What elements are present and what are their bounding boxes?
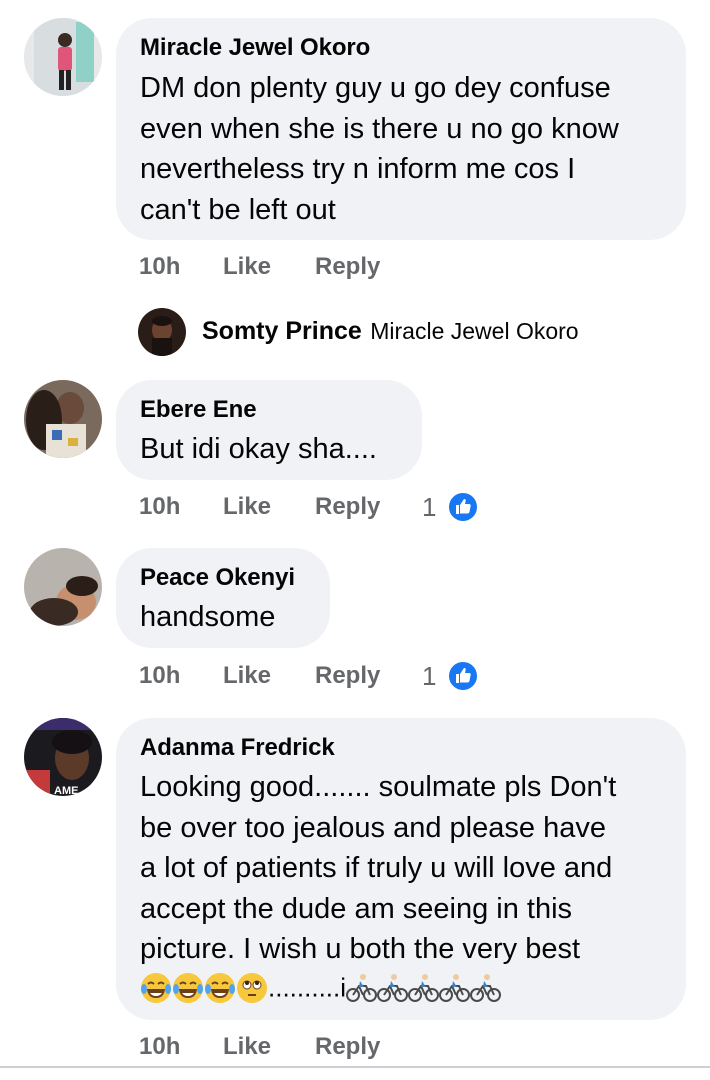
profile-photo <box>138 308 186 356</box>
emoji-dots: .......... <box>268 972 341 1003</box>
comment-text-line: Looking good....... soulmate pls Don't <box>140 771 617 803</box>
person-biking-icon <box>377 973 409 1003</box>
comment-author[interactable]: Peace Okenyi <box>140 564 295 592</box>
reply-button[interactable]: Reply <box>315 662 380 690</box>
reply-button[interactable]: Reply <box>315 493 380 521</box>
avatar[interactable]: AME <box>24 718 102 796</box>
comment-text-line: DM don plenty guy u go dey confuse <box>140 72 611 104</box>
avatar[interactable] <box>24 548 102 626</box>
comment-time[interactable]: 10h <box>139 662 180 690</box>
reply-button[interactable]: Reply <box>315 1033 380 1061</box>
reply-author[interactable]: Somty Prince <box>202 317 362 345</box>
comment-bubble[interactable]: Adanma Fredrick Looking good....... soul… <box>116 718 686 1020</box>
avatar[interactable] <box>24 380 102 458</box>
profile-photo: AME <box>24 718 102 796</box>
comment-text-line: can't be left out <box>140 193 336 226</box>
comment-text-line: handsome <box>140 601 276 633</box>
divider <box>0 1066 710 1068</box>
avatar-caption: AME <box>54 785 78 796</box>
comment-text-line: nevertheless try n inform me cos I <box>140 153 576 185</box>
comment-text-line: picture. I wish u both the very best <box>140 933 581 965</box>
comment-bubble[interactable]: Ebere Ene But idi okay sha.... <box>116 380 422 480</box>
comment-text-line: But idi okay sha.... <box>140 433 377 465</box>
comment-author[interactable]: Adanma Fredrick <box>140 734 335 762</box>
person-biking-icon <box>439 973 471 1003</box>
like-button[interactable]: Like <box>223 1033 271 1061</box>
reaction-count[interactable]: 1 <box>422 661 436 692</box>
profile-photo <box>24 18 102 96</box>
comment-time[interactable]: 10h <box>139 1033 180 1061</box>
comment-text-line: accept the dude am seeing in this <box>140 892 573 925</box>
comment-time[interactable]: 10h <box>139 493 180 521</box>
face-with-tears-of-joy-icon <box>172 972 204 1004</box>
thumbs-up-icon[interactable] <box>447 660 479 692</box>
face-with-tears-of-joy-icon <box>204 972 236 1004</box>
reply-preview[interactable]: Somty Prince Miracle Jewel Okoro <box>202 317 579 346</box>
person-biking-icon <box>408 973 440 1003</box>
comment-text-line: be over too jealous and please have <box>140 811 606 844</box>
comment-author[interactable]: Miracle Jewel Okoro <box>140 34 370 62</box>
person-biking-icon <box>470 973 502 1003</box>
comment-text-line: a lot of patients if truly u will love a… <box>140 852 613 884</box>
face-with-rolling-eyes-icon <box>236 972 268 1004</box>
like-button[interactable]: Like <box>223 253 271 281</box>
reply-text: Miracle Jewel Okoro <box>370 318 579 344</box>
comment-time[interactable]: 10h <box>139 253 180 281</box>
face-with-tears-of-joy-icon <box>140 972 172 1004</box>
comment-author[interactable]: Ebere Ene <box>140 396 257 424</box>
reply-avatar[interactable] <box>138 308 186 356</box>
like-button[interactable]: Like <box>223 662 271 690</box>
person-biking-icon <box>346 973 378 1003</box>
reply-button[interactable]: Reply <box>315 253 380 281</box>
profile-photo <box>24 380 102 458</box>
comment-bubble[interactable]: Peace Okenyi handsome <box>116 548 330 648</box>
reaction-count[interactable]: 1 <box>422 492 436 523</box>
thumbs-up-icon[interactable] <box>447 491 479 523</box>
comment-bubble[interactable]: Miracle Jewel Okoro DM don plenty guy u … <box>116 18 686 240</box>
avatar[interactable] <box>24 18 102 96</box>
profile-photo <box>24 548 102 626</box>
emoji-line: ..........i <box>140 972 502 1012</box>
comment-text-line: even when she is there u no go know <box>140 112 619 145</box>
like-button[interactable]: Like <box>223 493 271 521</box>
